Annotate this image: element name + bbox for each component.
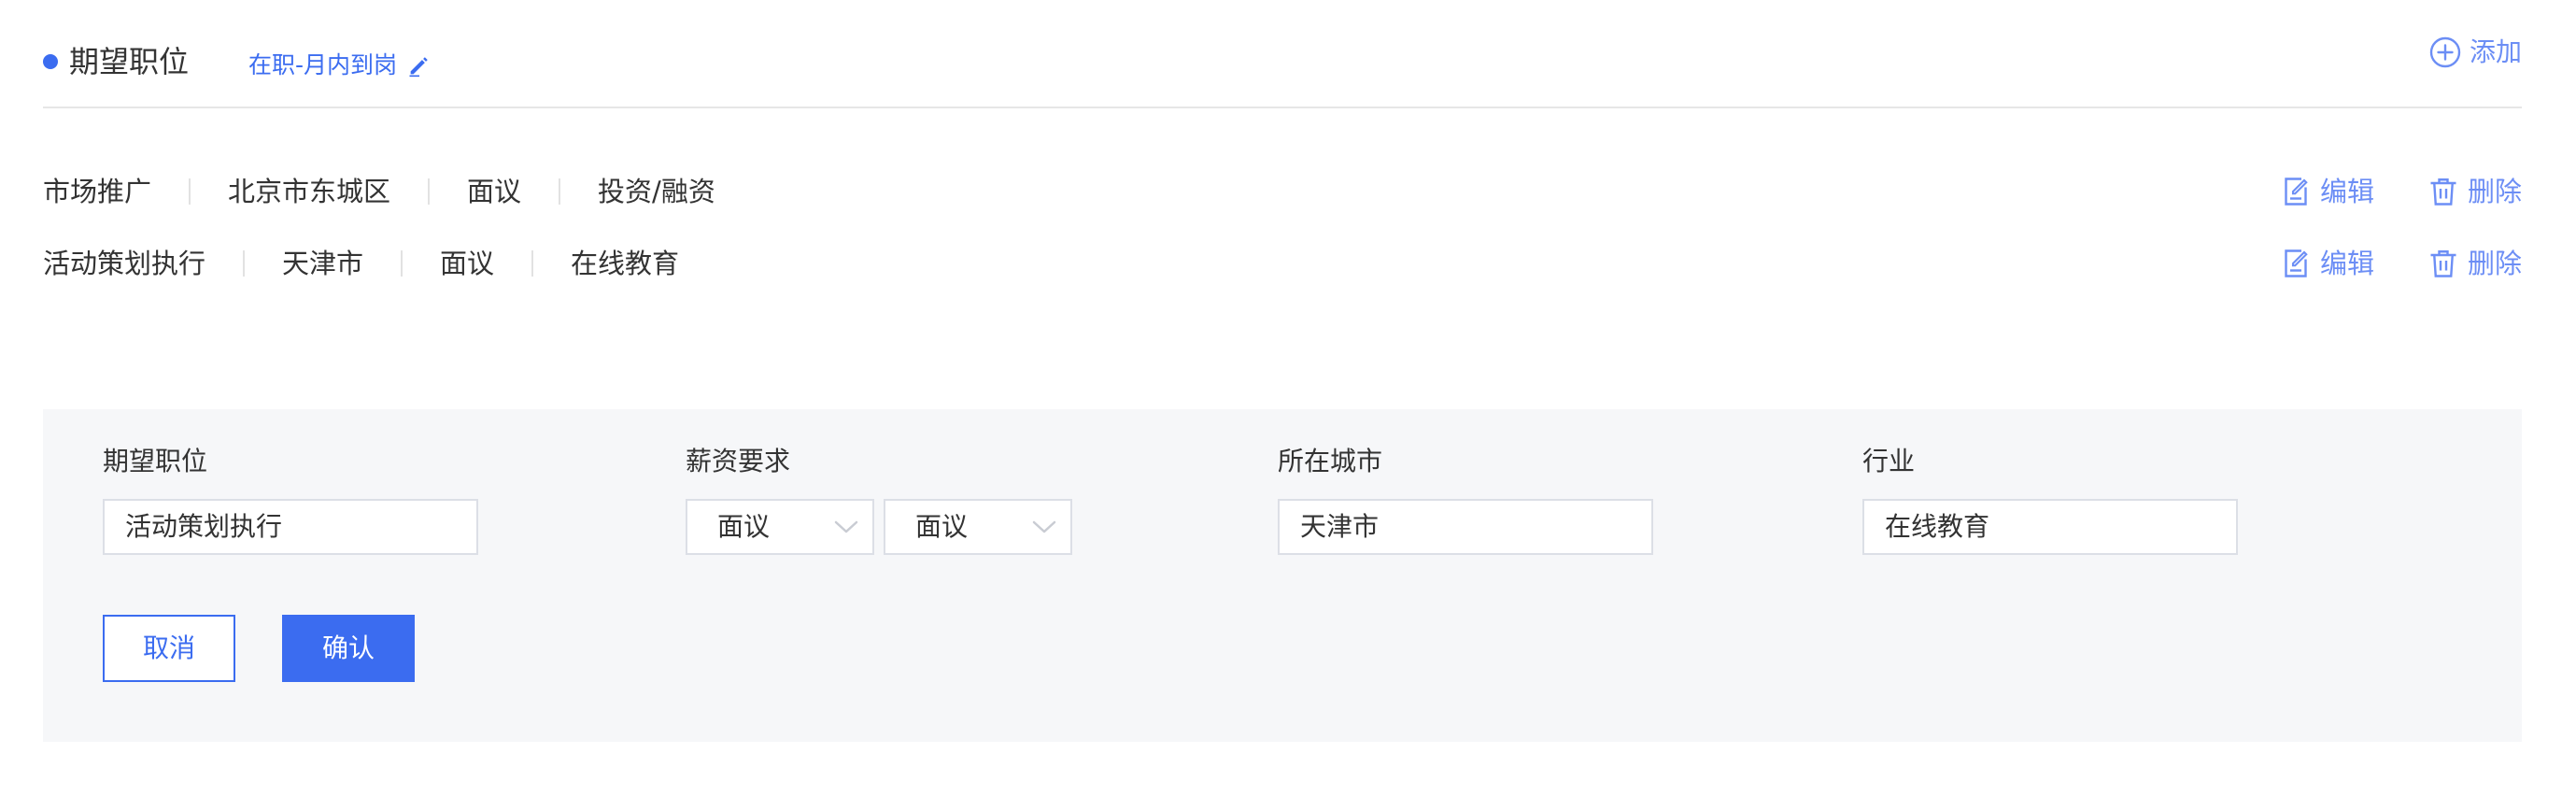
salary-tag: 面议 [440, 248, 495, 279]
add-label: 添加 [2469, 36, 2522, 67]
industry-input[interactable]: 在线教育 [1862, 499, 2238, 555]
section-header: 期望职位 在职-月内到岗 添加 [43, 26, 2522, 108]
position-row: 活动策划执行 天津市 面议 在线教育 编辑 删除 [43, 241, 2522, 286]
divider [243, 250, 246, 277]
salary-max-value: 面议 [915, 511, 969, 542]
confirm-button[interactable]: 确认 [282, 615, 415, 682]
chevron-down-icon [1032, 520, 1056, 533]
edit-label: 编辑 [2319, 248, 2374, 279]
industry-label: 行业 [1862, 446, 1916, 476]
industry-tag: 投资/融资 [598, 176, 715, 207]
salary-min-select[interactable]: 面议 [686, 499, 874, 555]
edit-document-icon [2285, 178, 2308, 206]
salary-selects: 面议 面议 [686, 499, 1082, 555]
city-tag: 北京市东城区 [228, 176, 391, 207]
position-tag: 活动策划执行 [43, 248, 206, 279]
salary-label: 薪资要求 [686, 446, 791, 476]
row-actions: 编辑 删除 [2227, 169, 2522, 214]
position-field: 期望职位 活动策划执行 [103, 443, 478, 555]
edit-form-panel: 期望职位 活动策划执行 薪资要求 面议 面议 所在城市 天津市 行业 在线教育 [43, 409, 2522, 742]
trash-icon [2430, 250, 2456, 277]
section-title: 期望职位 [69, 44, 190, 79]
industry-field: 行业 在线教育 [1862, 443, 2238, 555]
delete-label: 删除 [2467, 248, 2522, 279]
chevron-down-icon [834, 520, 858, 533]
form-buttons: 取消 确认 [103, 615, 415, 682]
divider [531, 250, 534, 277]
plus-circle-icon [2429, 36, 2461, 68]
add-button[interactable]: 添加 [2428, 34, 2522, 71]
salary-field: 薪资要求 面议 面议 [686, 443, 1082, 555]
delete-label: 删除 [2467, 176, 2522, 207]
edit-label: 编辑 [2319, 176, 2374, 207]
title-bullet [43, 54, 58, 69]
edit-document-icon [2285, 249, 2308, 277]
cancel-button[interactable]: 取消 [103, 615, 235, 682]
divider [401, 250, 403, 277]
position-row: 市场推广 北京市东城区 面议 投资/融资 编辑 删除 [43, 169, 2522, 214]
position-label: 期望职位 [103, 446, 208, 476]
city-label: 所在城市 [1278, 446, 1383, 476]
row-actions: 编辑 删除 [2227, 241, 2522, 286]
divider [428, 178, 431, 205]
position-input[interactable]: 活动策划执行 [103, 499, 478, 555]
salary-min-value: 面议 [717, 511, 771, 542]
position-tag: 市场推广 [43, 176, 152, 207]
industry-tag: 在线教育 [571, 248, 680, 279]
delete-button[interactable]: 删除 [2427, 245, 2522, 282]
city-input[interactable]: 天津市 [1278, 499, 1653, 555]
job-status-link[interactable]: 在职-月内到岗 [248, 49, 432, 82]
job-status-text: 在职-月内到岗 [248, 51, 398, 78]
edit-button[interactable]: 编辑 [2279, 173, 2374, 210]
delete-button[interactable]: 删除 [2427, 173, 2522, 210]
city-field: 所在城市 天津市 [1278, 443, 1653, 555]
position-tags: 市场推广 北京市东城区 面议 投资/融资 [43, 169, 2522, 214]
pencil-icon[interactable] [406, 52, 432, 78]
salary-tag: 面议 [467, 176, 522, 207]
city-tag: 天津市 [282, 248, 364, 279]
divider [559, 178, 561, 205]
position-tags: 活动策划执行 天津市 面议 在线教育 [43, 241, 2522, 286]
trash-icon [2430, 178, 2456, 206]
salary-max-select[interactable]: 面议 [884, 499, 1072, 555]
divider [189, 178, 191, 205]
edit-button[interactable]: 编辑 [2279, 245, 2374, 282]
